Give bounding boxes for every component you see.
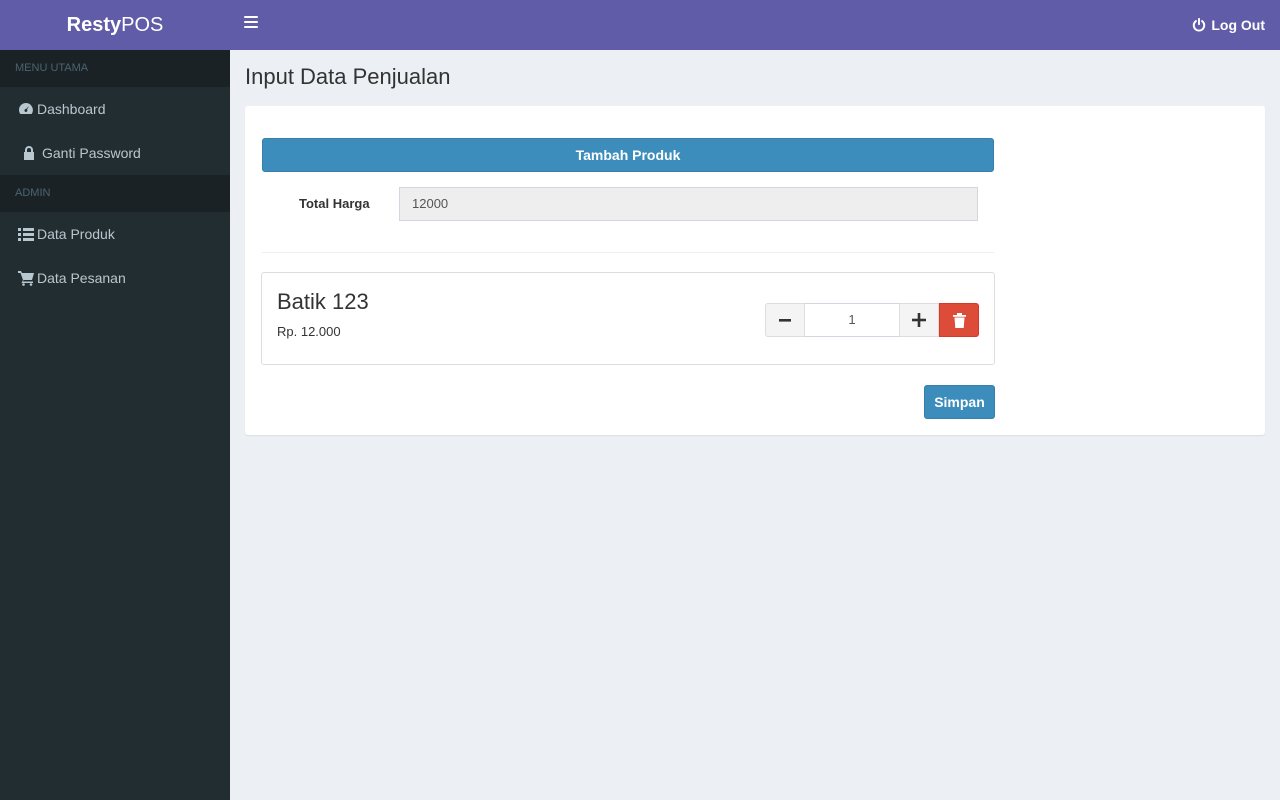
sidebar-section-header: ADMIN xyxy=(0,175,230,212)
delete-item-button[interactable] xyxy=(939,303,979,337)
top-navbar: Log Out xyxy=(230,0,1280,50)
trash-icon xyxy=(952,312,966,328)
quantity-stepper: 1 xyxy=(765,303,979,337)
brand-rest: POS xyxy=(121,14,164,36)
lock-icon xyxy=(24,146,34,160)
decrease-qty-button[interactable] xyxy=(765,303,805,337)
item-price: Rp. 12.000 xyxy=(277,324,341,339)
sidebar-item-ganti-password[interactable]: Ganti Password xyxy=(0,131,230,175)
power-icon xyxy=(1193,18,1206,32)
dashboard-icon xyxy=(19,103,33,114)
total-price-field: 12000 xyxy=(399,187,978,221)
page-title: Input Data Penjualan xyxy=(245,64,451,89)
sales-form-box: Tambah Produk Total Harga 12000 Batik 12… xyxy=(245,106,1265,435)
divider xyxy=(262,252,994,253)
sidebar-item-data-produk[interactable]: Data Produk xyxy=(0,212,230,256)
sidebar-toggle-icon[interactable] xyxy=(244,16,258,30)
sidebar-item-label: Data Pesanan xyxy=(37,270,126,286)
item-name: Batik 123 xyxy=(277,289,369,314)
sidebar-section-header: MENU UTAMA xyxy=(0,50,230,87)
add-product-button[interactable]: Tambah Produk xyxy=(262,138,994,172)
total-price-label: Total Harga xyxy=(299,196,370,211)
logout-label: Log Out xyxy=(1211,17,1265,33)
brand-bold: Resty xyxy=(66,14,122,36)
cart-icon xyxy=(18,271,34,286)
list-icon xyxy=(18,228,34,241)
list-item: Batik 123 Rp. 12.000 1 xyxy=(261,272,995,365)
sidebar-item-label: Ganti Password xyxy=(42,145,141,161)
app-logo[interactable]: RestyPOS xyxy=(0,0,230,50)
minus-icon xyxy=(779,319,791,322)
quantity-input[interactable]: 1 xyxy=(805,303,899,337)
sidebar-item-label: Dashboard xyxy=(37,101,106,117)
save-button[interactable]: Simpan xyxy=(924,385,995,419)
sidebar: MENU UTAMA Dashboard Ganti Password ADMI… xyxy=(0,50,230,800)
sidebar-item-data-pesanan[interactable]: Data Pesanan xyxy=(0,256,230,300)
plus-icon xyxy=(912,313,926,327)
increase-qty-button[interactable] xyxy=(899,303,939,337)
sidebar-item-dashboard[interactable]: Dashboard xyxy=(0,87,230,131)
logout-button[interactable]: Log Out xyxy=(1192,0,1265,50)
sidebar-item-label: Data Produk xyxy=(37,226,115,242)
